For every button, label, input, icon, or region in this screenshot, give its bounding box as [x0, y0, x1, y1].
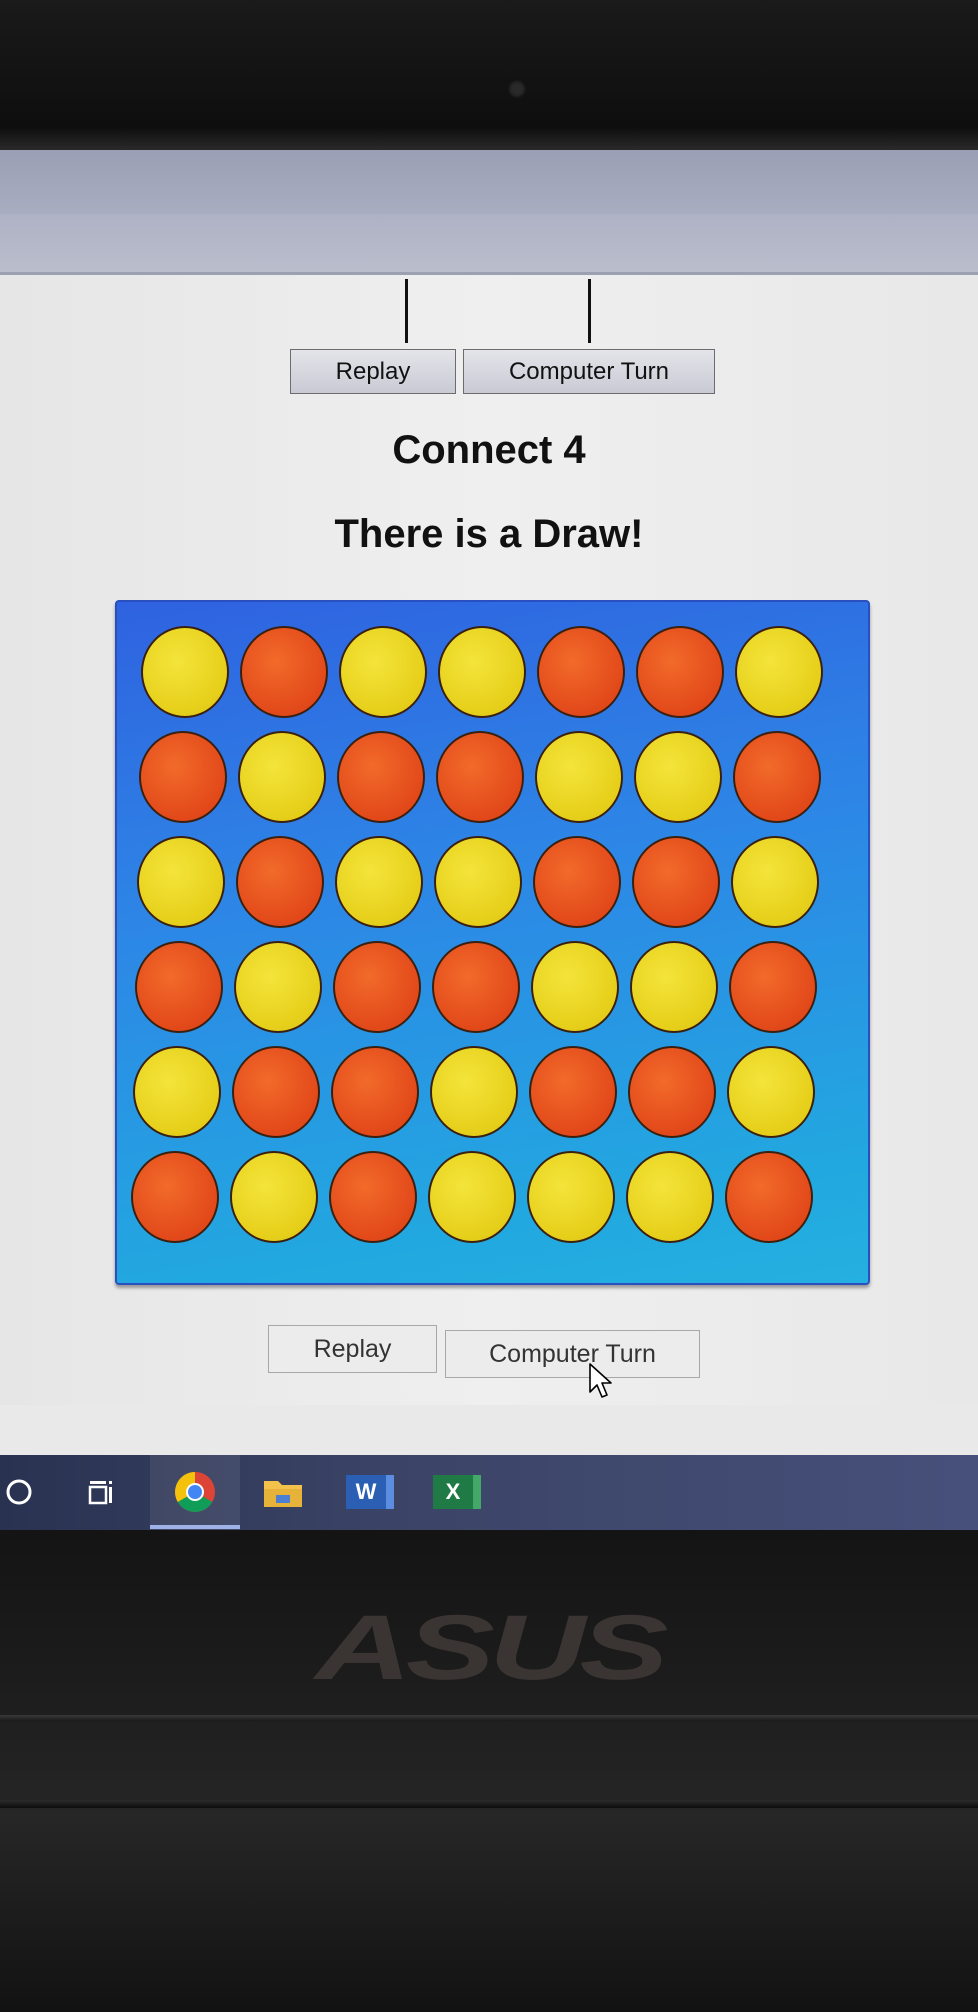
laptop-base-edge — [0, 1800, 978, 1808]
disc-yellow — [634, 731, 722, 823]
disc-yellow — [238, 731, 326, 823]
laptop-hinge — [0, 1715, 978, 1721]
disc-red — [333, 941, 421, 1033]
brand-logo: ASUS — [315, 1597, 668, 1699]
disc-red — [533, 836, 621, 928]
word-icon[interactable]: W — [345, 1467, 395, 1517]
browser-tab-bar — [0, 150, 978, 214]
disc-yellow — [434, 836, 522, 928]
disc-red — [436, 731, 524, 823]
taskbar-active-indicator — [150, 1525, 240, 1529]
disc-red — [725, 1151, 813, 1243]
task-view-icon[interactable] — [76, 1467, 126, 1517]
disc-yellow — [137, 836, 225, 928]
replay-button-top[interactable]: Replay — [290, 349, 456, 394]
disc-yellow — [230, 1151, 318, 1243]
windows-taskbar: W X — [0, 1455, 978, 1530]
disc-yellow — [531, 941, 619, 1033]
replay-button[interactable]: Replay — [268, 1325, 437, 1373]
game-status: There is a Draw! — [334, 512, 644, 556]
disc-red — [331, 1046, 419, 1138]
disc-yellow — [141, 626, 229, 718]
disc-red — [729, 941, 817, 1033]
disc-red — [139, 731, 227, 823]
disc-yellow — [731, 836, 819, 928]
disc-red — [529, 1046, 617, 1138]
disc-red — [329, 1151, 417, 1243]
laptop-bezel-top — [0, 0, 978, 150]
file-explorer-icon[interactable] — [258, 1467, 308, 1517]
disc-yellow — [430, 1046, 518, 1138]
disc-yellow — [339, 626, 427, 718]
disc-yellow — [133, 1046, 221, 1138]
disc-yellow — [335, 836, 423, 928]
game-board[interactable] — [115, 600, 870, 1285]
page-title: Connect 4 — [392, 428, 586, 472]
disc-red — [733, 731, 821, 823]
computer-turn-button[interactable]: Computer Turn — [445, 1330, 700, 1378]
disc-yellow — [535, 731, 623, 823]
disc-red — [337, 731, 425, 823]
word-icon-letter: W — [355, 1479, 377, 1504]
disc-yellow — [234, 941, 322, 1033]
disc-red — [232, 1046, 320, 1138]
disc-yellow — [630, 941, 718, 1033]
disc-red — [632, 836, 720, 928]
computer-turn-button-top[interactable]: Computer Turn — [463, 349, 715, 394]
disc-yellow — [527, 1151, 615, 1243]
chrome-icon[interactable] — [170, 1467, 220, 1517]
mouse-cursor-icon — [589, 1363, 612, 1398]
webcam — [508, 80, 526, 98]
disc-yellow — [428, 1151, 516, 1243]
cortana-icon[interactable] — [0, 1467, 44, 1517]
disc-red — [636, 626, 724, 718]
disc-yellow — [438, 626, 526, 718]
disc-red — [432, 941, 520, 1033]
disc-yellow — [626, 1151, 714, 1243]
screen: Replay Computer Turn Connect 4 There is … — [0, 150, 978, 1530]
divider-line — [588, 279, 591, 343]
disc-red — [135, 941, 223, 1033]
disc-red — [240, 626, 328, 718]
disc-yellow — [727, 1046, 815, 1138]
game-page: Replay Computer Turn Connect 4 There is … — [0, 275, 978, 1405]
disc-red — [628, 1046, 716, 1138]
disc-red — [537, 626, 625, 718]
disc-red — [131, 1151, 219, 1243]
divider-line — [405, 279, 408, 343]
disc-yellow — [735, 626, 823, 718]
excel-icon[interactable]: X — [432, 1467, 482, 1517]
disc-red — [236, 836, 324, 928]
excel-icon-letter: X — [445, 1479, 461, 1504]
browser-address-bar — [0, 214, 978, 275]
